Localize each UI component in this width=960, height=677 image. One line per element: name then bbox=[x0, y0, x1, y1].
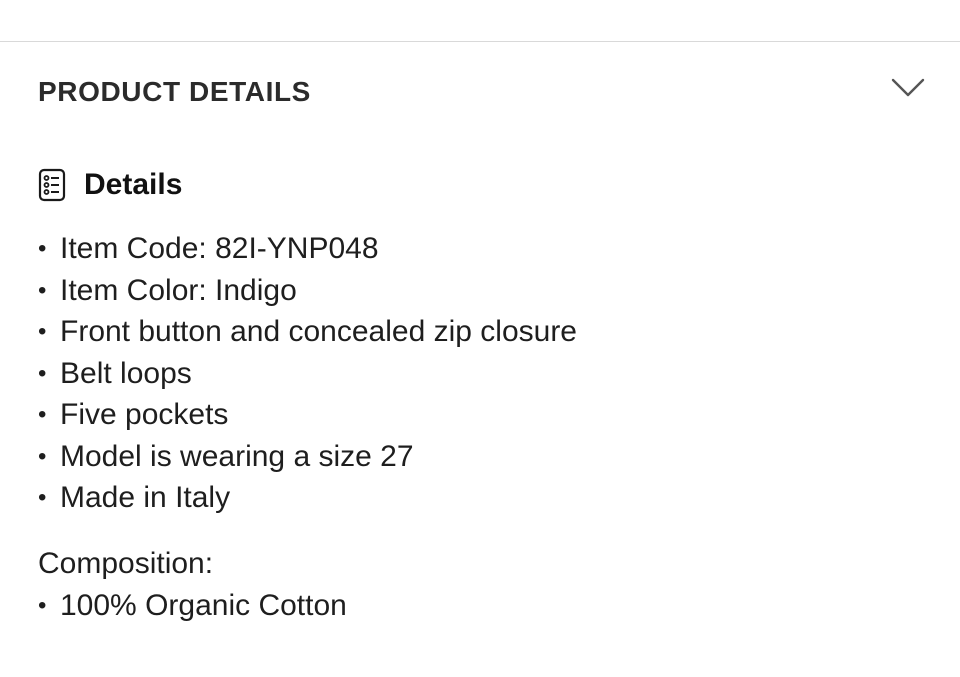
chevron-down-icon[interactable] bbox=[890, 76, 926, 100]
details-heading: Details bbox=[38, 165, 182, 205]
list-item: • Made in Italy bbox=[38, 477, 577, 519]
list-item-text: Item Code: 82I-YNP048 bbox=[60, 232, 379, 265]
list-item-text: Belt loops bbox=[60, 356, 192, 390]
bullet: • bbox=[38, 401, 47, 428]
details-title: Details bbox=[84, 168, 183, 201]
list-item: • Front button and concealed zip closure bbox=[38, 311, 577, 353]
bullet: • bbox=[38, 592, 47, 619]
list-item: • 100% Organic Cotton bbox=[38, 585, 347, 627]
bullet: • bbox=[38, 359, 47, 387]
bullet: • bbox=[38, 484, 47, 511]
list-item-text: Item Color: Indigo bbox=[60, 273, 297, 307]
list-item: • Five pockets bbox=[38, 394, 577, 436]
list-item-text: Five pockets bbox=[60, 398, 229, 431]
bullet: • bbox=[38, 235, 47, 262]
details-list: • Item Code: 82I-YNP048 • Item Color: Indi… bbox=[38, 228, 577, 519]
bullet: • bbox=[38, 318, 47, 345]
list-item: • Item Color: Indigo bbox=[38, 270, 577, 312]
section-title: PRODUCT DETAILS bbox=[38, 76, 311, 107]
bullet: • bbox=[38, 442, 47, 470]
list-item-text: Made in Italy bbox=[60, 481, 231, 514]
list-item: • Belt loops bbox=[38, 353, 577, 395]
list-item: • Model is wearing a size 27 bbox=[38, 436, 577, 478]
list-details-icon bbox=[38, 168, 66, 202]
composition-label: Composition: bbox=[38, 547, 214, 580]
bullet: • bbox=[38, 276, 47, 304]
list-item: • Item Code: 82I-YNP048 bbox=[38, 228, 577, 270]
list-item-text: Front button and concealed zip closure bbox=[60, 315, 577, 348]
product-details-accordion-header[interactable]: PRODUCT DETAILS bbox=[0, 42, 960, 142]
list-item-text: 100% Organic Cotton bbox=[60, 589, 347, 622]
composition-list: • 100% Organic Cotton bbox=[38, 585, 347, 627]
list-item-text: Model is wearing a size 27 bbox=[60, 439, 414, 473]
